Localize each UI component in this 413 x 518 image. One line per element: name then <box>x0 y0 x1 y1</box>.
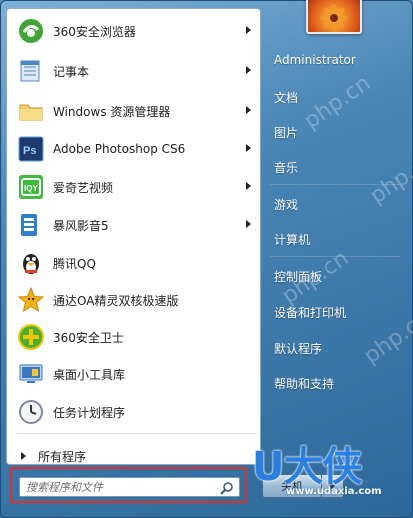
program-label: 爱奇艺视频 <box>53 180 114 195</box>
right-item-music[interactable]: 音乐 <box>274 159 298 176</box>
program-item-photoshop[interactable]: Ps Adobe Photoshop CS6 <box>13 131 257 167</box>
right-item-devices-printers[interactable]: 设备和打印机 <box>274 304 346 321</box>
program-item-360-browser[interactable]: 360安全浏览器 <box>13 13 257 49</box>
right-item-documents[interactable]: 文档 <box>274 89 298 106</box>
program-label: Adobe Photoshop CS6 <box>53 142 186 156</box>
program-item-baofeng[interactable]: 暴风影音5 <box>13 207 257 243</box>
program-item-gadgets[interactable]: 桌面小工具库 <box>13 356 257 392</box>
right-item-help-support[interactable]: 帮助和支持 <box>274 375 334 392</box>
right-item-games[interactable]: 游戏 <box>274 196 298 213</box>
program-item-notepad[interactable]: 记事本 <box>13 53 257 89</box>
qq-penguin-icon <box>17 249 45 277</box>
program-label: 通达OA精灵双核极速版 <box>53 293 179 308</box>
submenu-arrow-icon[interactable] <box>246 182 251 190</box>
star-icon <box>17 286 45 314</box>
program-item-tongda-oa[interactable]: 通达OA精灵双核极速版 <box>13 282 257 318</box>
submenu-arrow-icon[interactable] <box>246 106 251 114</box>
right-item-pictures[interactable]: 图片 <box>274 124 298 141</box>
separator <box>17 433 257 434</box>
search-input[interactable] <box>20 480 210 494</box>
program-label: 360安全卫士 <box>53 330 124 345</box>
program-item-iqiyi[interactable]: IQY 爱奇艺视频 <box>13 169 257 205</box>
right-item-default-programs[interactable]: 默认程序 <box>274 340 322 357</box>
user-avatar[interactable] <box>306 0 362 34</box>
iqiyi-icon: IQY <box>17 173 45 201</box>
submenu-arrow-icon[interactable] <box>246 26 251 34</box>
search-icon[interactable] <box>219 480 235 496</box>
program-label: 桌面小工具库 <box>53 367 126 382</box>
program-label: 腾讯QQ <box>53 256 96 271</box>
program-item-explorer[interactable]: Windows 资源管理器 <box>13 93 257 129</box>
baofeng-icon <box>17 211 45 239</box>
right-item-user[interactable]: Administrator <box>274 53 356 67</box>
program-label: 记事本 <box>53 64 90 79</box>
program-item-qq[interactable]: 腾讯QQ <box>13 245 257 281</box>
svg-text:IQY: IQY <box>24 184 38 193</box>
folder-icon <box>17 97 45 125</box>
watermark-url: www.udaxia.com <box>286 486 382 497</box>
photoshop-icon: Ps <box>17 135 45 163</box>
program-label: 暴风影音5 <box>53 218 109 233</box>
right-item-computer[interactable]: 计算机 <box>274 231 310 248</box>
all-programs-button[interactable]: 所有程序 <box>21 446 86 466</box>
programs-pane: 360安全浏览器 记事本 Windows 资源管理器 Ps Adobe Phot… <box>6 8 261 465</box>
notepad-icon <box>17 57 45 85</box>
360-browser-icon <box>17 17 45 45</box>
submenu-arrow-icon[interactable] <box>246 144 251 152</box>
svg-text:Ps: Ps <box>23 145 36 157</box>
gadgets-icon <box>17 360 45 388</box>
program-label: Windows 资源管理器 <box>53 104 171 119</box>
program-label: 360安全浏览器 <box>53 24 136 39</box>
clock-icon <box>17 398 45 426</box>
submenu-arrow-icon[interactable] <box>246 220 251 228</box>
program-label: 任务计划程序 <box>53 405 126 420</box>
watermark-logo: U大侠 <box>252 444 362 490</box>
search-box[interactable] <box>19 477 240 497</box>
all-programs-label: 所有程序 <box>38 449 87 464</box>
submenu-arrow-icon[interactable] <box>246 66 251 74</box>
program-item-task-scheduler[interactable]: 任务计划程序 <box>13 394 257 430</box>
search-highlight-box <box>10 467 247 503</box>
360-guard-icon <box>17 323 45 351</box>
program-item-360-guard[interactable]: 360安全卫士 <box>13 319 257 355</box>
arrow-right-icon <box>21 452 26 460</box>
